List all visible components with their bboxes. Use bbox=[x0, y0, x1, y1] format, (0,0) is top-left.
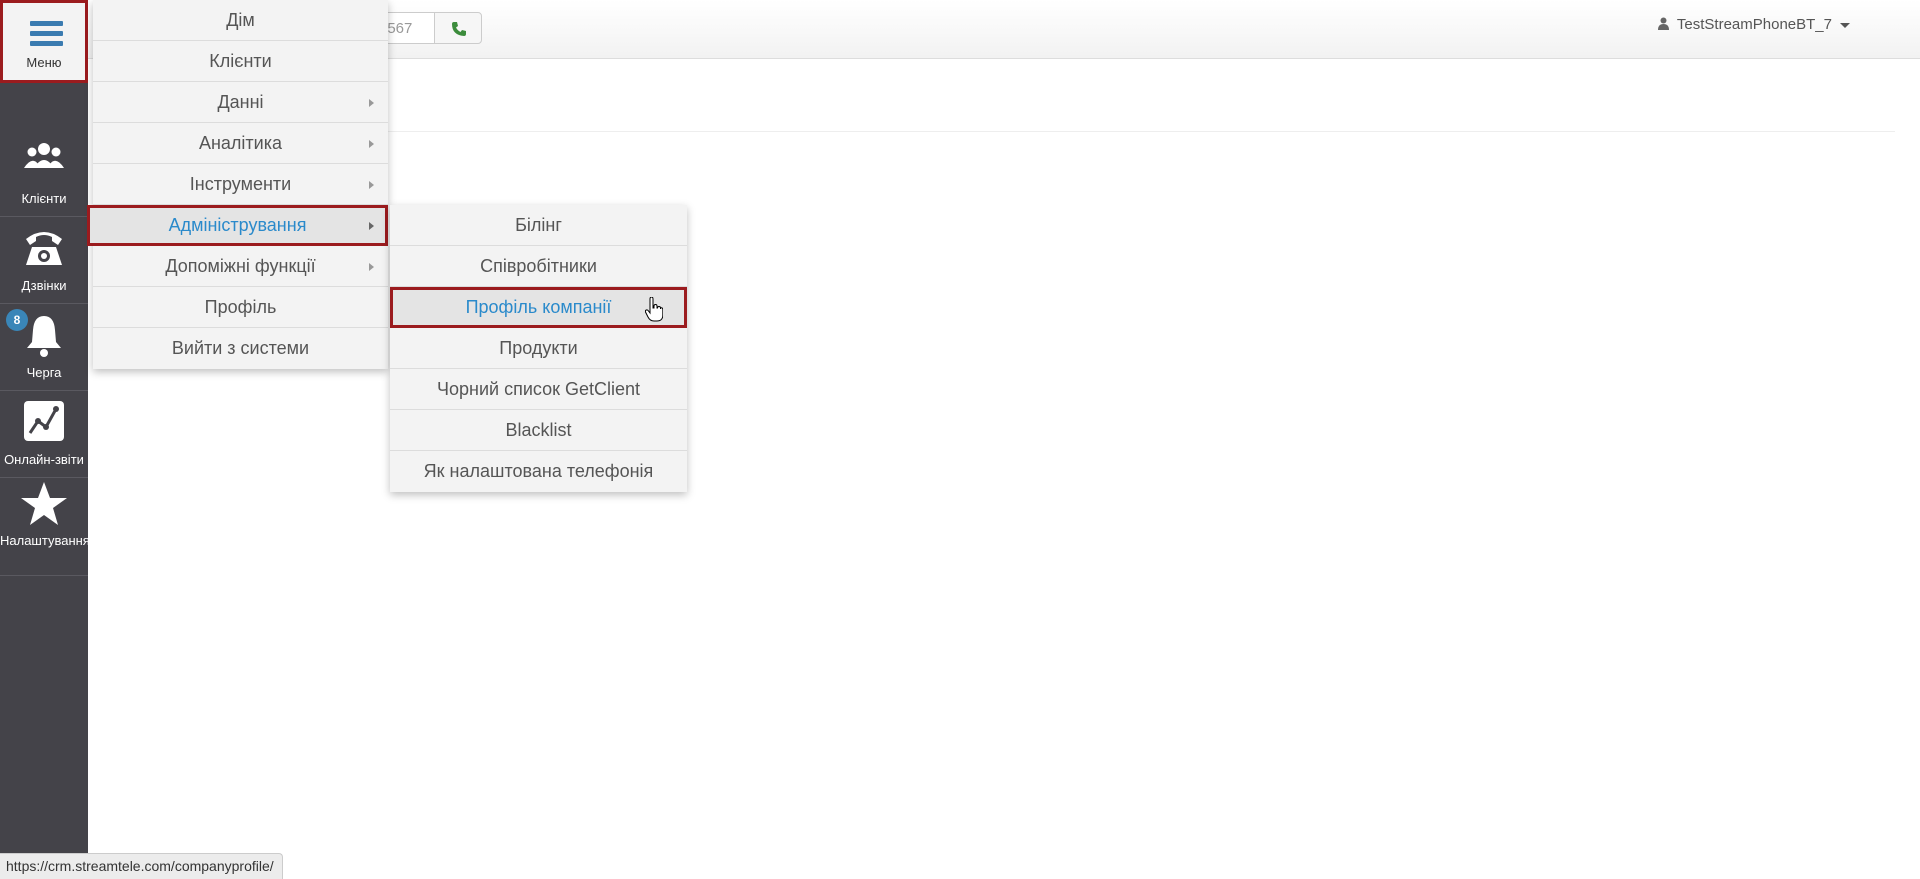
star-icon bbox=[21, 482, 67, 525]
menu-button-label: Меню bbox=[26, 55, 62, 70]
status-bar-url: https://crm.streamtele.com/companyprofil… bbox=[0, 853, 283, 879]
user-menu[interactable]: TestStreamPhoneBT_7 bbox=[1657, 16, 1850, 33]
chevron-right-icon bbox=[369, 263, 374, 271]
menu-button[interactable]: Меню bbox=[0, 0, 88, 83]
chevron-right-icon bbox=[369, 181, 374, 189]
submenu-item-getclient-blacklist[interactable]: Чорний список GetClient bbox=[390, 369, 687, 410]
menu-item-label: Вийти з системи bbox=[171, 338, 310, 358]
menu-item-label: Дім bbox=[226, 10, 255, 30]
chart-icon bbox=[24, 401, 64, 441]
menu-item-label: Допоміжні функції bbox=[165, 256, 316, 276]
submenu-item-label: Співробітники bbox=[480, 256, 597, 276]
sidebar-item-online-reports[interactable]: Онлайн-звіти bbox=[0, 391, 88, 478]
chevron-right-icon bbox=[369, 140, 374, 148]
sidebar-item-calls[interactable]: Дзвінки bbox=[0, 217, 88, 304]
hand-cursor-icon bbox=[645, 297, 663, 322]
submenu-item-billing[interactable]: Білінг bbox=[390, 205, 687, 246]
submenu-item-label: Профіль компанії bbox=[465, 297, 612, 317]
bell-icon bbox=[27, 316, 61, 357]
sidebar-item-label: Налаштування обраного bbox=[0, 533, 149, 548]
submenu-item-label: Blacklist bbox=[505, 420, 572, 440]
main-menu-dropdown: Дім Клієнти Данні Аналітика Інструменти … bbox=[87, 0, 388, 369]
hamburger-icon bbox=[30, 21, 63, 51]
sidebar-item-label: Черга bbox=[26, 365, 62, 380]
users-icon bbox=[24, 143, 64, 168]
sidebar-item-clients[interactable]: Клієнти bbox=[0, 130, 88, 217]
sidebar-item-label: Клієнти bbox=[21, 191, 67, 206]
sidebar-item-favorites-settings[interactable]: Налаштування обраного bbox=[0, 478, 149, 576]
sidebar-item-label: Онлайн-звіти bbox=[4, 452, 84, 467]
menu-item-label: Данні bbox=[217, 92, 264, 112]
menu-item-label: Інструменти bbox=[189, 174, 292, 194]
submenu-item-label: Чорний список GetClient bbox=[437, 379, 640, 399]
submenu-item-employees[interactable]: Співробітники bbox=[390, 246, 687, 287]
menu-item-data[interactable]: Данні bbox=[93, 82, 388, 123]
menu-item-tools[interactable]: Інструменти bbox=[93, 164, 388, 205]
submenu-item-products[interactable]: Продукти bbox=[390, 328, 687, 369]
queue-count-badge: 8 bbox=[6, 309, 28, 331]
sidebar-item-label: Дзвінки bbox=[21, 278, 67, 293]
menu-item-label: Адміністрування bbox=[168, 215, 307, 235]
menu-item-helper-functions[interactable]: Допоміжні функції bbox=[93, 246, 388, 287]
menu-item-logout[interactable]: Вийти з системи bbox=[93, 328, 388, 369]
menu-item-administration[interactable]: Адміністрування bbox=[87, 205, 388, 246]
submenu-item-blacklist[interactable]: Blacklist bbox=[390, 410, 687, 451]
menu-item-clients[interactable]: Клієнти bbox=[93, 41, 388, 82]
chevron-right-icon bbox=[369, 99, 374, 107]
chevron-right-icon bbox=[369, 222, 374, 230]
menu-item-label: Профіль bbox=[204, 297, 277, 317]
submenu-item-telephony-setup[interactable]: Як налаштована телефонія bbox=[390, 451, 687, 492]
submenu-item-label: Продукти bbox=[499, 338, 578, 358]
call-button[interactable] bbox=[434, 12, 482, 44]
submenu-item-label: Білінг bbox=[515, 215, 562, 235]
chevron-down-icon bbox=[1840, 22, 1850, 28]
submenu-item-label: Як налаштована телефонія bbox=[423, 461, 654, 481]
submenu-item-company-profile[interactable]: Профіль компанії bbox=[390, 287, 687, 328]
menu-item-home[interactable]: Дім bbox=[93, 0, 388, 41]
user-icon bbox=[1657, 17, 1669, 30]
administration-submenu: Білінг Співробітники Профіль компанії Пр… bbox=[390, 205, 687, 492]
menu-item-analytics[interactable]: Аналітика bbox=[93, 123, 388, 164]
user-name: TestStreamPhoneBT_7 bbox=[1676, 16, 1832, 33]
menu-item-label: Клієнти bbox=[209, 51, 272, 71]
menu-item-label: Аналітика bbox=[198, 133, 283, 153]
telephone-icon bbox=[26, 232, 62, 265]
left-sidebar: Меню Клієнти Дзвінки Черга Онлайн-звіти … bbox=[0, 0, 149, 879]
menu-item-profile[interactable]: Профіль bbox=[93, 287, 388, 328]
phone-icon bbox=[452, 22, 466, 36]
